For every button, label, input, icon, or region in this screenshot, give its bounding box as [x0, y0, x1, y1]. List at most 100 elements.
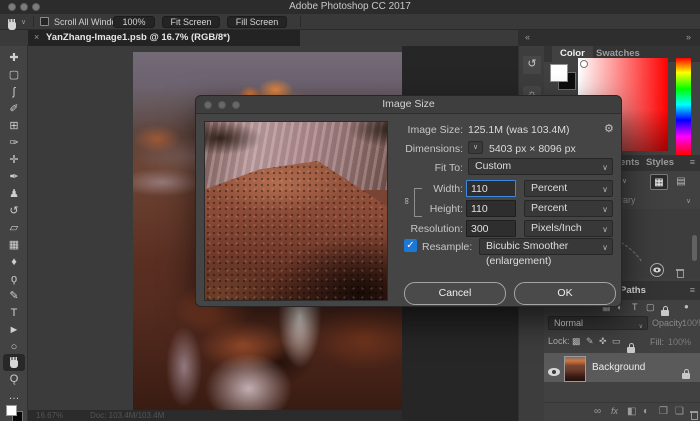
- width-unit-select[interactable]: Percent ∨: [524, 180, 613, 197]
- move-tool[interactable]: ✚: [0, 50, 28, 67]
- dialog-titlebar[interactable]: Image Size: [196, 96, 621, 114]
- fit-to-select[interactable]: Custom ∨: [468, 158, 613, 175]
- zoom-100-button[interactable]: 100%: [113, 16, 155, 28]
- image-size-dialog: Image Size Image Size: 125.1M (was 103.4…: [195, 95, 622, 307]
- chevron-down-icon: ∨: [602, 202, 608, 217]
- scroll-all-windows-checkbox[interactable]: [40, 17, 49, 26]
- pen-tool[interactable]: ✎: [0, 288, 28, 305]
- link-layers-icon[interactable]: ∞: [594, 406, 601, 417]
- ok-button[interactable]: OK: [514, 282, 616, 305]
- tool-preset-chevron-icon[interactable]: ∨: [21, 18, 26, 26]
- chevron-down-icon: ∨: [602, 240, 608, 255]
- height-input[interactable]: [466, 200, 516, 217]
- document-tab-label: YanZhang-Image1.psb @ 16.7% (RGB/8*): [46, 32, 230, 43]
- new-layer-icon[interactable]: ❏: [675, 406, 684, 417]
- document-tab[interactable]: × YanZhang-Image1.psb @ 16.7% (RGB/8*): [28, 30, 300, 46]
- dialog-title: Image Size: [196, 98, 621, 110]
- filter-type-layers-icon[interactable]: T: [632, 302, 638, 312]
- fill-label: Fill:: [650, 337, 664, 347]
- preset-dropdown-chevron-icon[interactable]: ∨: [622, 177, 627, 185]
- filter-toggle-icon[interactable]: ●: [684, 302, 689, 311]
- color-picker-marker[interactable]: [580, 60, 588, 68]
- height-unit-select[interactable]: Percent ∨: [524, 200, 613, 217]
- dodge-tool[interactable]: ϙ: [0, 271, 28, 288]
- fill-screen-button[interactable]: Fill Screen: [227, 16, 287, 28]
- gradient-tool[interactable]: ▦: [0, 237, 28, 254]
- more-tools[interactable]: …: [0, 388, 28, 405]
- hand-icon: [9, 357, 19, 368]
- eyedropper-tool[interactable]: ✑: [0, 135, 28, 152]
- layer-name[interactable]: Background: [592, 362, 645, 373]
- chevron-down-icon: ∨: [602, 222, 608, 237]
- history-brush-tool[interactable]: ↺: [0, 203, 28, 220]
- blend-mode-select[interactable]: Normal ∨: [548, 316, 648, 330]
- fit-screen-button[interactable]: Fit Screen: [162, 16, 220, 28]
- foreground-background-swatches[interactable]: [6, 405, 22, 421]
- crop-tool[interactable]: ⊞: [0, 118, 28, 135]
- resolution-input[interactable]: [466, 220, 516, 237]
- tab-partial-ents[interactable]: ents: [620, 157, 640, 168]
- preview-eye-icon[interactable]: [650, 263, 664, 277]
- history-panel-icon[interactable]: ↺: [523, 56, 541, 74]
- lock-pixels-icon[interactable]: ✎: [586, 336, 594, 347]
- collapse-dock-icon[interactable]: «: [525, 32, 530, 42]
- filter-shape-layers-icon[interactable]: ▢: [646, 302, 655, 313]
- search-chevron-icon[interactable]: ∨: [686, 197, 691, 205]
- panel-scrollbar[interactable]: [692, 235, 697, 261]
- quick-selection-tool[interactable]: ✐: [0, 101, 28, 118]
- cancel-button[interactable]: Cancel: [404, 282, 506, 305]
- lasso-tool[interactable]: ʃ: [0, 84, 28, 101]
- app-titlebar[interactable]: Adobe Photoshop CC 2017: [0, 0, 700, 14]
- chevron-down-icon: ∨: [639, 321, 643, 334]
- search-partial-label[interactable]: rary: [620, 195, 636, 205]
- resample-checkbox[interactable]: ✓: [404, 239, 417, 252]
- lock-artboard-icon[interactable]: ▭: [612, 336, 621, 347]
- adjustment-layer-icon[interactable]: ◐: [643, 406, 649, 417]
- blur-tool[interactable]: ♦: [0, 254, 28, 271]
- tab-paths[interactable]: Paths: [620, 285, 646, 296]
- hue-slider[interactable]: [676, 58, 691, 155]
- panel-menu-icon[interactable]: ≡: [690, 285, 695, 295]
- lock-position-icon[interactable]: ✜: [599, 336, 607, 347]
- dimensions-unit-chevron[interactable]: ∨: [468, 141, 483, 154]
- panel-menu-icon[interactable]: ≡: [690, 157, 695, 167]
- tool-options-bar: ∨ Scroll All Windows 100% Fit Screen Fil…: [0, 14, 700, 30]
- fill-value[interactable]: 100%: [668, 337, 691, 347]
- collapse-panels-icon[interactable]: »: [686, 32, 691, 42]
- foreground-color-swatch[interactable]: [550, 64, 568, 82]
- eraser-tool[interactable]: ▱: [0, 220, 28, 237]
- layer-effects-icon[interactable]: fx: [611, 406, 618, 416]
- gear-icon[interactable]: ⚙: [604, 122, 614, 135]
- status-zoom-level[interactable]: 16.67%: [36, 411, 63, 420]
- tab-close-icon[interactable]: ×: [34, 32, 39, 42]
- opacity-value[interactable]: 100%: [682, 318, 700, 328]
- type-tool[interactable]: T: [0, 305, 28, 322]
- layer-visibility-eye-icon[interactable]: [548, 363, 560, 381]
- tools-panel: ✚ ▢ ʃ ✐ ⊞ ✑ ✛ ✒ ♟ ↺ ▱ ▦ ♦ ϙ ✎ T ► ○ Ǫ …: [0, 46, 28, 421]
- status-doc-size[interactable]: Doc: 103.4M/103.4M: [90, 411, 164, 420]
- zoom-tool[interactable]: Ǫ: [0, 371, 28, 388]
- foreground-color-swatch[interactable]: [6, 405, 17, 416]
- width-input[interactable]: [466, 180, 516, 197]
- brush-tool[interactable]: ✒: [0, 169, 28, 186]
- group-layers-icon[interactable]: ❒: [659, 406, 668, 417]
- list-view-button[interactable]: ▤: [672, 174, 690, 190]
- grid-view-button[interactable]: ▦: [650, 174, 668, 190]
- resample-method-select[interactable]: Bicubic Smoother (enlargement) ∨: [479, 238, 613, 255]
- hand-tool[interactable]: [3, 354, 25, 371]
- marquee-tool[interactable]: ▢: [0, 67, 28, 84]
- tab-styles[interactable]: Styles: [646, 157, 674, 168]
- delete-layer-icon[interactable]: [690, 407, 698, 421]
- layer-thumbnail[interactable]: [564, 356, 586, 382]
- healing-brush-tool[interactable]: ✛: [0, 152, 28, 169]
- path-selection-tool[interactable]: ►: [0, 322, 28, 339]
- clone-stamp-tool[interactable]: ♟: [0, 186, 28, 203]
- image-size-label: Image Size:: [333, 124, 463, 136]
- resolution-unit-select[interactable]: Pixels/Inch ∨: [524, 220, 613, 237]
- document-status-bar: 16.67% Doc: 103.4M/103.4M: [28, 410, 402, 421]
- layer-mask-icon[interactable]: ◧: [627, 406, 636, 417]
- layer-row-background[interactable]: Background: [544, 353, 700, 382]
- lock-transparency-icon[interactable]: ▩: [572, 336, 581, 347]
- photoshop-window: Adobe Photoshop CC 2017 ∨ Scroll All Win…: [0, 0, 700, 421]
- fit-to-label: Fit To:: [333, 162, 463, 174]
